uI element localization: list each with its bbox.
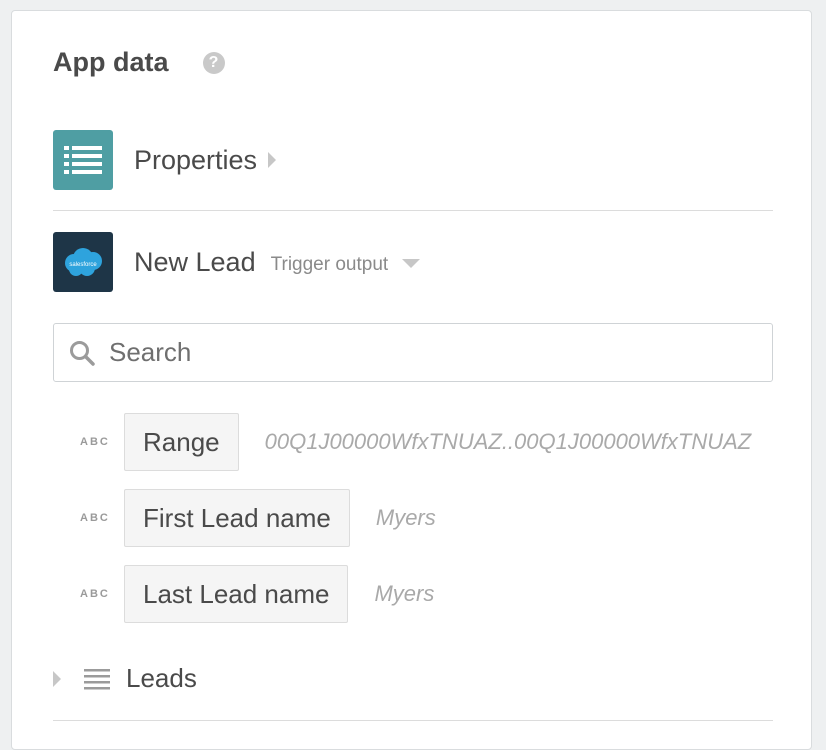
field-row: ABC First Lead name Myers [80,489,436,547]
trigger-output-label: Trigger output [270,254,389,275]
leads-row[interactable]: Leads [53,663,197,694]
search-icon [70,340,95,366]
field-chip-range[interactable]: Range [124,413,239,471]
divider [53,720,773,721]
field-row: ABC Range 00Q1J00000WfxTNUAZ..00Q1J00000… [80,413,775,471]
chevron-down-icon[interactable] [402,258,421,268]
field-chip-first-lead-name[interactable]: First Lead name [124,489,350,547]
salesforce-logo-icon: salesforce [53,232,113,292]
properties-label: Properties [134,144,258,175]
search-box[interactable] [53,323,773,382]
field-value: Myers [374,581,435,606]
search-input[interactable] [107,336,751,369]
help-icon[interactable]: ? [202,51,225,74]
svg-text:salesforce: salesforce [69,262,97,268]
leads-label: Leads [126,663,197,693]
list-icon [53,130,113,190]
type-badge: ABC [80,436,110,448]
panel-title: App data [53,47,169,77]
caret-right-icon[interactable] [53,670,61,687]
list-lines-icon [84,668,110,689]
field-chip-last-lead-name[interactable]: Last Lead name [124,565,349,623]
field-value: Myers [375,505,436,530]
app-data-panel: App data ? Properties salesforce New Lea… [11,10,812,750]
type-badge: ABC [80,588,110,600]
divider [53,210,773,211]
properties-row[interactable]: Properties [53,130,277,190]
field-value: 00Q1J00000WfxTNUAZ..00Q1J00000WfxTNUAZ [264,429,752,454]
field-row: ABC Last Lead name Myers [80,565,434,623]
panel-header: App data ? [53,47,225,78]
caret-right-icon [268,152,277,168]
trigger-label: New Lead [134,246,256,277]
type-badge: ABC [80,512,110,524]
trigger-row[interactable]: salesforce New Lead Trigger output [53,232,421,292]
